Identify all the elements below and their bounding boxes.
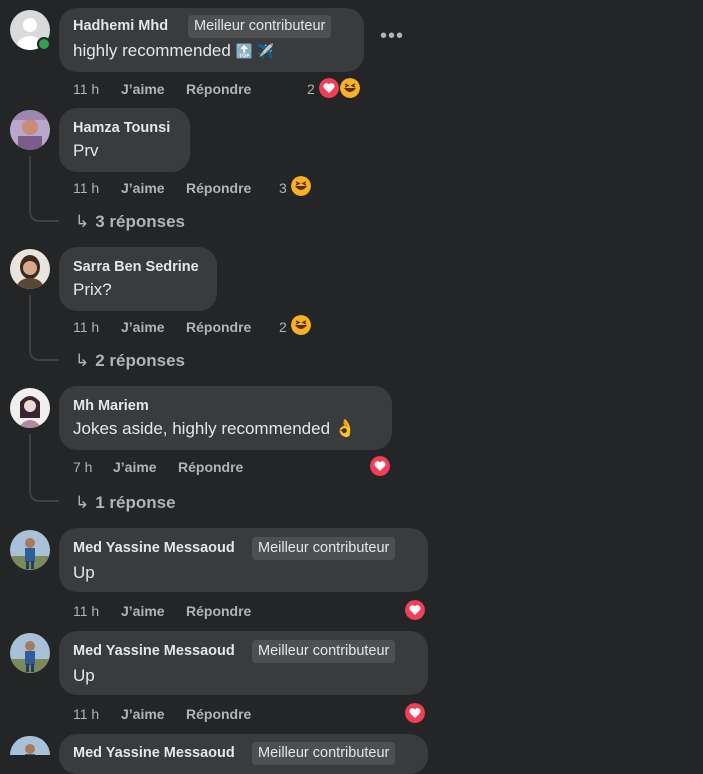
reply-arrow-icon: ↳ [75,212,90,231]
comment-author[interactable]: Med Yassine Messaoud [73,540,235,556]
comment-bubble [59,108,190,172]
comment-time[interactable]: 11 h [73,319,99,335]
reply-arrow-icon: ↳ [75,351,90,370]
reply-button[interactable]: Répondre [186,706,251,722]
reply-button[interactable]: Répondre [178,459,243,475]
online-status-icon [37,37,51,51]
like-button[interactable]: J’aime [113,459,157,475]
comment-author[interactable]: Hadhemi Mhd [73,18,168,34]
comment-author[interactable]: Mh Mariem [73,398,149,414]
comment-text: Up [73,666,95,685]
like-button[interactable]: J’aime [121,81,165,97]
comment-author[interactable]: Hamza Tounsi [73,120,170,136]
reply-button[interactable]: Répondre [186,81,251,97]
haha-reaction-icon[interactable] [340,78,360,98]
thread-connector [29,488,59,502]
comment-time[interactable]: 11 h [73,603,99,619]
comment-text: highly recommended 🔝 ✈️ [73,41,275,60]
like-button[interactable]: J’aime [121,603,165,619]
reply-button[interactable]: Répondre [186,180,251,196]
like-button[interactable]: J’aime [121,180,165,196]
haha-reaction-icon[interactable] [291,176,311,196]
avatar-hamza[interactable] [10,110,50,150]
like-button[interactable]: J’aime [121,706,165,722]
top-contributor-badge: Meilleur contributeur [252,640,396,663]
reaction-count[interactable]: 2 [307,81,315,97]
reaction-count[interactable]: 2 [279,319,287,335]
comment-bubble [59,386,392,450]
love-reaction-icon[interactable] [370,456,390,476]
thread-connector [29,347,59,361]
comment-text: Prv [73,141,99,160]
more-options-icon[interactable]: ••• [380,25,404,48]
avatar-med-yassine[interactable] [10,530,50,570]
top-contributor-badge: Meilleur contributeur [252,537,396,560]
love-reaction-icon[interactable] [405,703,425,723]
comment-bubble [59,247,217,311]
reply-button[interactable]: Répondre [186,603,251,619]
love-reaction-icon[interactable] [319,78,339,98]
reaction-count[interactable]: 3 [279,180,287,196]
comment-text: Prix? [73,280,112,299]
thread-line [29,434,31,489]
comment-text: Up [73,563,95,582]
comment-time[interactable]: 7 h [73,459,92,475]
view-replies-link[interactable]: ↳ 2 réponses [75,351,185,371]
comment-text: Jokes aside, highly recommended 👌 [73,419,356,438]
top-contributor-badge: Meilleur contributeur [252,742,396,765]
avatar-sarra[interactable] [10,249,50,289]
avatar-med-yassine[interactable] [10,633,50,673]
thread-line [29,295,31,349]
haha-reaction-icon[interactable] [291,315,311,335]
reply-button[interactable]: Répondre [186,319,251,335]
comment-author[interactable]: Med Yassine Messaoud [73,643,235,659]
comment-emoji: 🔝 ✈️ [235,43,275,59]
love-reaction-icon[interactable] [405,600,425,620]
comment-author[interactable]: Sarra Ben Sedrine [73,259,199,275]
reply-arrow-icon: ↳ [75,493,90,512]
thread-connector [29,208,59,222]
comment-time[interactable]: 11 h [73,81,99,97]
thread-line [29,156,31,210]
comment-time[interactable]: 11 h [73,706,99,722]
view-replies-link[interactable]: ↳ 3 réponses [75,212,185,232]
avatar-med-yassine[interactable] [10,736,50,755]
view-replies-link[interactable]: ↳ 1 réponse [75,493,176,513]
comment-time[interactable]: 11 h [73,180,99,196]
top-contributor-badge: Meilleur contributeur [188,15,332,38]
avatar-mariem[interactable] [10,388,50,428]
comment-author[interactable]: Med Yassine Messaoud [73,745,235,761]
comment-emoji: 👌 [334,419,356,438]
like-button[interactable]: J’aime [121,319,165,335]
